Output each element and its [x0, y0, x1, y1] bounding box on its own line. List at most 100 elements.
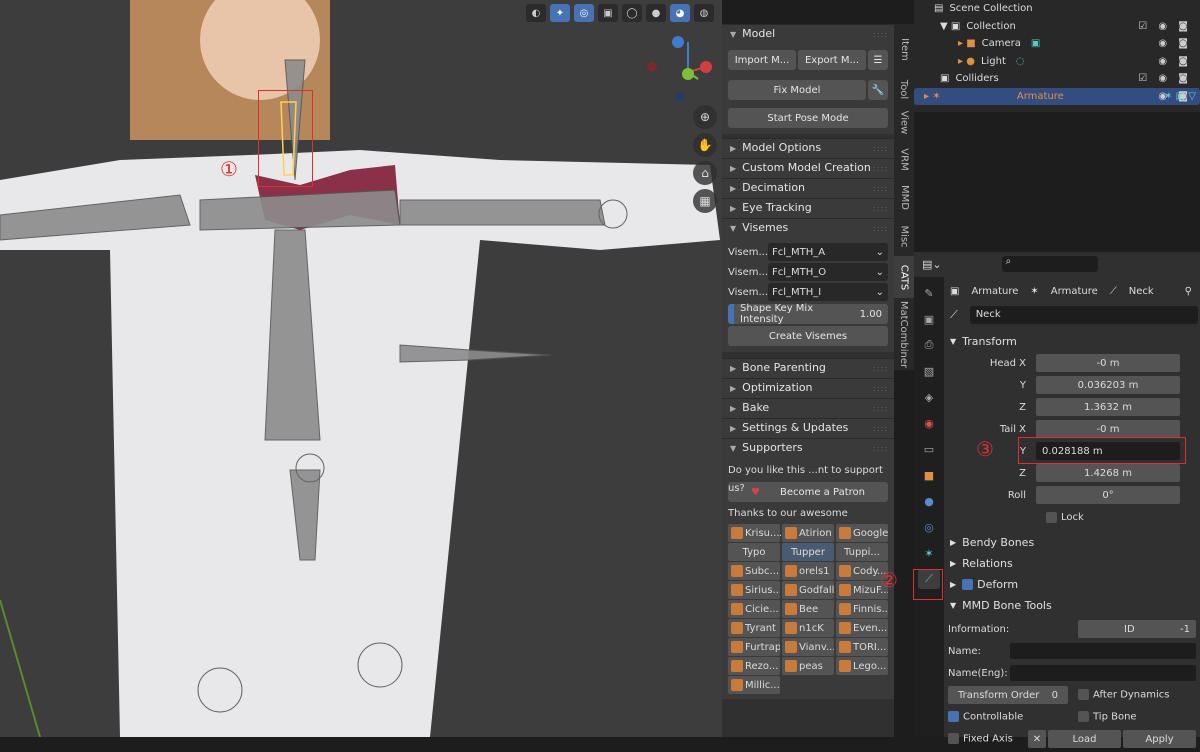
bone-name-field[interactable]: Neck	[969, 306, 1198, 324]
supporter-item[interactable]: orels1	[782, 562, 834, 580]
supporter-item[interactable]: Even...	[836, 619, 888, 637]
supporter-item[interactable]: Tuppi...	[836, 543, 888, 561]
physics-icon[interactable]: ◎	[918, 517, 940, 537]
supporter-item[interactable]: Google	[836, 524, 888, 542]
model-options-header[interactable]: ▶ Model Options::::	[722, 138, 894, 158]
armature-data-icon[interactable]: ✶	[918, 543, 940, 563]
optimization-header[interactable]: ▶ Optimization::::	[722, 378, 894, 398]
tab-view[interactable]: View	[894, 104, 914, 140]
model-panel-header[interactable]: ▼ Model::::	[722, 24, 894, 44]
viseme-o-select[interactable]: Fcl_MTH_O ⌄	[768, 263, 888, 281]
object-icon[interactable]: ■	[918, 465, 940, 485]
fix-model-button[interactable]: Fix Model	[728, 80, 866, 100]
head-coordinate-field[interactable]: -0 m	[1036, 354, 1180, 372]
wrench-icon[interactable]: 🔧	[868, 80, 888, 100]
supporters-header[interactable]: ▼ Supporters::::	[722, 438, 894, 458]
mmd-name-field[interactable]	[1010, 643, 1196, 659]
supporter-item[interactable]: Rezo...	[728, 657, 780, 675]
visibility-icon[interactable]: ◐	[526, 4, 546, 22]
collection-icon[interactable]: ▭	[918, 439, 940, 459]
shape-key-mix-slider[interactable]: Shape Key Mix Intensity 1.00	[728, 303, 888, 325]
world-icon[interactable]: ◉	[918, 413, 940, 433]
supporter-item[interactable]: Godfall	[782, 581, 834, 599]
outliner-row-light[interactable]: ▸ ● Light ◌ ◉ ◙	[914, 53, 1200, 71]
head-coordinate-field[interactable]: 0.036203 m	[1036, 376, 1180, 394]
3d-viewport[interactable]: ◐ ✦ ◎ ▣ ◯ ● ◕ ◍ ⊕ ✋ ⌂ ▦ ①	[0, 0, 722, 737]
decimation-header[interactable]: ▶ Decimation::::	[722, 178, 894, 198]
material-shading-icon[interactable]: ◕	[670, 4, 690, 22]
bone-parenting-header[interactable]: ▶ Bone Parenting::::	[722, 358, 894, 378]
output-icon[interactable]: ⎙	[918, 335, 940, 355]
mmd-bone-tools-header[interactable]: ▼ MMD Bone Tools	[944, 595, 1200, 616]
supporter-item[interactable]: Subc...	[728, 562, 780, 580]
after-dynamics-checkbox[interactable]: After Dynamics	[1078, 689, 1170, 701]
supporter-item[interactable]: TORI...	[836, 638, 888, 656]
camera-view-icon[interactable]: ⌂	[693, 161, 717, 185]
controllable-checkbox[interactable]: Controllable	[948, 711, 1078, 723]
id-field[interactable]: ID -1	[1078, 620, 1196, 638]
create-visemes-button[interactable]: Create Visemes	[728, 326, 888, 346]
supporter-item[interactable]: Bee	[782, 600, 834, 618]
supporter-item[interactable]: Lego...	[836, 657, 888, 675]
search-input[interactable]: ⌕	[1001, 256, 1098, 272]
solid-shading-icon[interactable]: ●	[646, 4, 666, 22]
head-coordinate-field[interactable]: 1.3632 m	[1036, 398, 1180, 416]
tab-cats[interactable]: CATS	[894, 256, 914, 298]
perspective-grid-icon[interactable]: ▦	[693, 189, 717, 213]
mmd-name-eng-field[interactable]	[1010, 665, 1196, 681]
supporter-item[interactable]: Tupper	[782, 543, 834, 561]
lock-checkbox[interactable]: Lock	[944, 506, 1200, 528]
supporter-item[interactable]: Tyrant	[728, 619, 780, 637]
bendy-bones-header[interactable]: ▶ Bendy Bones	[944, 532, 1200, 553]
zoom-icon[interactable]: ⊕	[693, 105, 717, 129]
visemes-header[interactable]: ▼ Visemes::::	[722, 218, 894, 238]
bake-header[interactable]: ▶ Bake::::	[722, 398, 894, 418]
view-layer-icon[interactable]: ▧	[918, 361, 940, 381]
settings-updates-header[interactable]: ▶ Settings & Updates::::	[722, 418, 894, 438]
become-patron-button[interactable]: ♥ Become a Patron	[728, 482, 888, 502]
rendered-shading-icon[interactable]: ◍	[694, 4, 714, 22]
outliner-row-scene[interactable]: ▤ Scene Collection	[914, 0, 1200, 18]
fixed-axis-checkbox[interactable]: Fixed Axis	[948, 733, 1028, 745]
outliner-row-colliders[interactable]: ▣ Colliders ☑ ◉ ◙	[914, 70, 1200, 88]
apply-button[interactable]: Apply	[1123, 730, 1196, 748]
deform-header[interactable]: ▶ Deform	[944, 574, 1200, 595]
import-model-button[interactable]: Import M...	[728, 50, 796, 70]
render-icon[interactable]: ▣	[918, 309, 940, 329]
supporter-item[interactable]: Cicie...	[728, 600, 780, 618]
gizmo-icon[interactable]: ✦	[550, 4, 570, 22]
load-button[interactable]: Load	[1048, 730, 1121, 748]
supporter-item[interactable]: Atirion	[782, 524, 834, 542]
start-pose-mode-button[interactable]: Start Pose Mode	[728, 108, 888, 128]
clear-icon[interactable]: ✕	[1028, 730, 1046, 748]
tool-icon[interactable]: ✎	[918, 283, 940, 303]
tab-matcombiner[interactable]: MatCombiner	[894, 298, 914, 370]
tail-coordinate-field[interactable]: -0 m	[1036, 420, 1180, 438]
supporter-item[interactable]: Typo	[728, 543, 780, 561]
outliner-row-collection[interactable]: ▼ ▣ Collection ☑ ◉ ◙	[914, 18, 1200, 36]
roll-field[interactable]: 0°	[1036, 486, 1180, 504]
custom-model-creation-header[interactable]: ▶ Custom Model Creation::::	[722, 158, 894, 178]
supporter-item[interactable]: n1cK	[782, 619, 834, 637]
tab-item[interactable]: Item	[894, 24, 914, 74]
scene-icon[interactable]: ◈	[918, 387, 940, 407]
supporter-item[interactable]: Furtrap	[728, 638, 780, 656]
supporter-item[interactable]: Millic...	[728, 676, 780, 694]
tab-misc[interactable]: Misc	[894, 216, 914, 256]
relations-header[interactable]: ▶ Relations	[944, 553, 1200, 574]
export-model-button[interactable]: Export M...	[798, 50, 866, 70]
outliner-row-armature[interactable]: ▸ ✶ Armature ✶ ▣ ▽ ◉ ◙	[914, 87, 1200, 105]
tab-tool[interactable]: Tool	[894, 74, 914, 104]
editor-type-icon[interactable]: ▤⌄	[922, 258, 942, 271]
modifier-icon[interactable]: ●	[918, 491, 940, 511]
tail-coordinate-field[interactable]: 1.4268 m	[1036, 464, 1180, 482]
supporter-item[interactable]: Finnis...	[836, 600, 888, 618]
supporter-item[interactable]: peas	[782, 657, 834, 675]
navigation-gizmo[interactable]	[640, 34, 720, 104]
pan-hand-icon[interactable]: ✋	[693, 133, 717, 157]
wireframe-shading-icon[interactable]: ◯	[622, 4, 642, 22]
pin-icon[interactable]: ⚲	[1185, 286, 1192, 297]
supporter-item[interactable]: Vianv...	[782, 638, 834, 656]
transform-header[interactable]: ▼ Transform	[944, 331, 1200, 352]
tab-mmd[interactable]: MMD	[894, 178, 914, 216]
